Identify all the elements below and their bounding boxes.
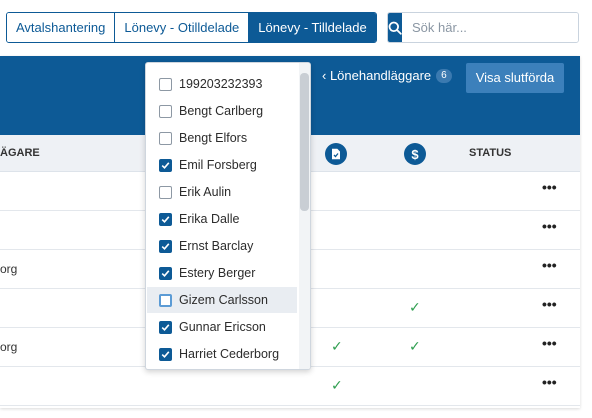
handlaggare-filter-button[interactable]: ‹ Lönehandläggare 6 [322,68,452,83]
search-input[interactable] [402,13,578,42]
checkbox[interactable] [159,158,172,172]
option-label: Harriet Cederborg [179,347,280,361]
dropdown-option[interactable]: Harriet Cederborg [147,341,297,367]
row-actions-menu[interactable]: ••• [542,374,557,390]
option-label: Bengt Carlberg [179,104,264,118]
dollar-icon: $ [404,143,426,165]
search-icon [388,21,402,35]
handlaggare-label: ‹ Lönehandläggare [322,68,432,83]
document-icon [325,143,347,165]
row-actions-menu[interactable]: ••• [542,296,557,312]
row-actions-menu[interactable]: ••• [542,257,557,273]
dropdown-option[interactable]: Gizem Carlsson [147,287,297,313]
dropdown-option[interactable]: Estery Berger [147,260,297,286]
checkbox[interactable] [159,77,172,91]
option-label: Erik Aulin [179,185,232,199]
option-label: Gunnar Ericson [179,320,266,334]
option-label: Ernst Barclay [179,239,254,253]
column-header-handlaggare[interactable]: ÄGARE [0,147,40,159]
dropdown-option[interactable]: Ernst Barclay [147,233,297,259]
view-tabs: Avtalshantering Lönevy - Otilldelade Lön… [6,12,377,43]
column-header-status[interactable]: STATUS [469,147,511,159]
dropdown-option[interactable]: Bengt Carlberg [147,98,297,124]
dropdown-option[interactable]: Gunnar Ericson [147,314,297,340]
dropdown-option[interactable]: Bengt Elfors [147,125,297,151]
tab-avtalshantering[interactable]: Avtalshantering [7,13,116,42]
handlaggare-count-badge: 6 [436,68,452,83]
row-salary-check: ✓ [409,338,421,354]
dropdown-scrollbar[interactable] [299,63,310,369]
checkbox[interactable] [159,239,172,253]
row-handlaggare-name: org [0,262,18,276]
row-salary-check: ✓ [409,299,421,315]
dropdown-option[interactable]: Erik Aulin [147,179,297,205]
row-handlaggare-name: org [0,340,18,354]
tab-lonevy-otilldelade[interactable]: Lönevy - Otilldelade [115,13,250,42]
dropdown-option[interactable]: 199203232393 [147,71,297,97]
checkbox[interactable] [159,104,172,118]
checkbox[interactable] [159,347,172,361]
table-row: ✓ ••• [0,367,580,406]
option-label: 199203232393 [179,77,263,91]
checkbox[interactable] [159,185,172,199]
handlaggare-dropdown: 199203232393 Bengt Carlberg Bengt Elfors… [145,62,311,370]
checkbox[interactable] [159,212,172,226]
show-completed-button[interactable]: Visa slutförda [466,63,564,93]
search-button[interactable] [388,13,402,42]
row-actions-menu[interactable]: ••• [542,335,557,351]
row-document-check: ✓ [331,338,343,354]
option-label: Emil Forsberg [179,158,257,172]
search-box [387,12,579,43]
option-label: Erika Dalle [179,212,240,226]
option-label: Gizem Carlsson [179,293,268,307]
option-label: Bengt Elfors [179,131,248,145]
scrollbar-thumb[interactable] [300,73,309,211]
checkbox[interactable] [159,320,172,334]
checkbox[interactable] [159,293,172,307]
dropdown-option[interactable]: Emil Forsberg [147,152,297,178]
row-actions-menu[interactable]: ••• [542,179,557,195]
row-document-check: ✓ [331,377,343,393]
row-actions-menu[interactable]: ••• [542,218,557,234]
option-label: Estery Berger [179,266,256,280]
checkbox[interactable] [159,266,172,280]
checkbox[interactable] [159,131,172,145]
dropdown-option[interactable]: Erika Dalle [147,206,297,232]
tab-lonevy-tilldelade[interactable]: Lönevy - Tilldelade [249,13,376,42]
